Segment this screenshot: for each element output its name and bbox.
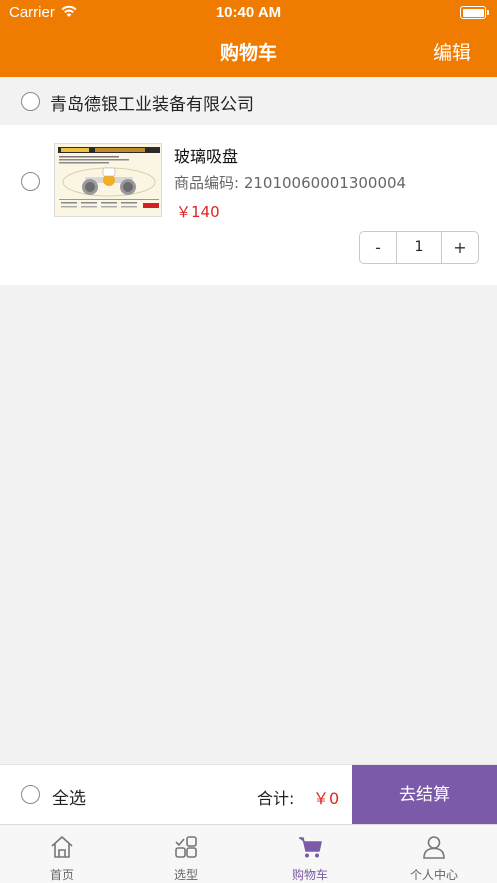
product-code: 商品编码: 21010060001300004 [174, 172, 406, 193]
quantity-stepper: - 1 + [359, 231, 479, 264]
tab-selection-label: 选型 [173, 868, 198, 882]
select-all-label[interactable]: 全选 [52, 784, 86, 809]
home-icon [51, 836, 73, 858]
suction-cup-product-image [55, 144, 161, 216]
selection-icon [175, 836, 197, 858]
product-price: ￥140 [176, 203, 220, 221]
status-bar: Carrier 10:40 AM [0, 0, 497, 26]
quantity-input[interactable]: 1 [396, 232, 442, 263]
tab-cart-label: 购物车 [291, 868, 328, 882]
tab-selection[interactable]: 选型 [124, 825, 248, 883]
total-amount: ￥0 [313, 789, 340, 808]
tab-home-label: 首页 [49, 868, 74, 882]
cart-item: 玻璃吸盘 商品编码: 21010060001300004 ￥140 - 1 + [0, 125, 497, 285]
shop-select-radio[interactable] [21, 92, 40, 111]
cart-icon [299, 837, 322, 858]
status-time: 10:40 AM [215, 4, 282, 21]
checkout-button[interactable]: 去结算 [352, 765, 497, 825]
shop-header: 青岛德银工业装备有限公司 [0, 77, 497, 125]
battery-icon [460, 6, 489, 19]
tab-bar: 首页 选型 购物车 个人中心 [0, 824, 497, 883]
tab-profile[interactable]: 个人中心 [372, 825, 496, 883]
page-title: 购物车 [219, 42, 277, 64]
edit-button[interactable]: 编辑 [433, 38, 471, 65]
tab-home[interactable]: 首页 [0, 825, 124, 883]
product-code-value: 21010060001300004 [243, 174, 407, 192]
item-select-radio[interactable] [21, 172, 40, 191]
navigation-bar: Carrier 10:40 AM 购物车 编辑 [0, 0, 497, 77]
product-code-label: 商品编码: [174, 174, 240, 192]
user-icon [423, 836, 445, 859]
total-label: 合计: [257, 789, 295, 808]
tab-cart[interactable]: 购物车 [248, 825, 372, 883]
decrement-button[interactable]: - [360, 232, 396, 263]
product-name[interactable]: 玻璃吸盘 [174, 143, 238, 167]
tab-profile-label: 个人中心 [409, 868, 458, 882]
select-all-radio[interactable] [21, 785, 40, 804]
product-thumbnail[interactable] [54, 143, 162, 217]
increment-button[interactable]: + [442, 232, 478, 263]
checkout-bar: 全选 合计: ￥0 去结算 [0, 764, 497, 825]
shop-name: 青岛德银工业装备有限公司 [50, 95, 254, 115]
